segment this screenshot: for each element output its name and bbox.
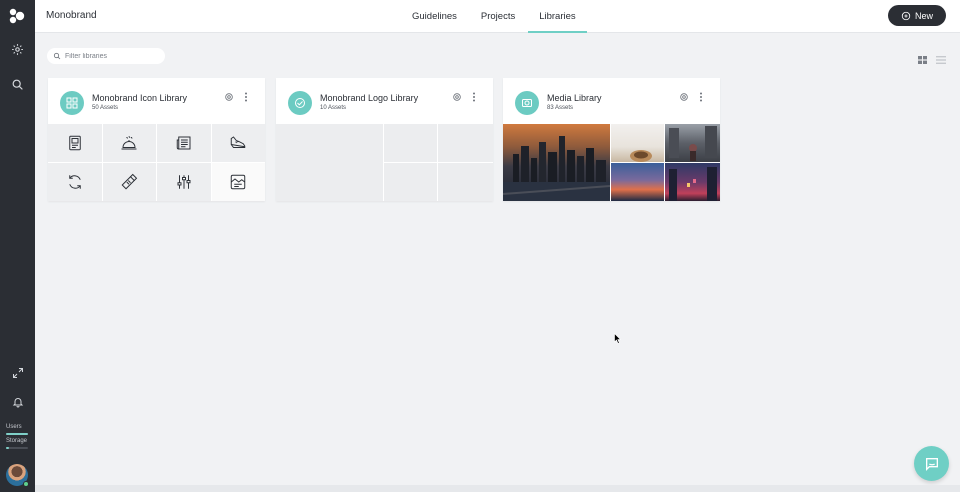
users-label: Users	[6, 424, 22, 430]
new-button[interactable]: New	[888, 5, 946, 26]
library-title: Monobrand Logo Library	[320, 93, 419, 103]
sliders-icon[interactable]	[157, 163, 211, 201]
library-title: Monobrand Icon Library	[92, 93, 188, 103]
usb-drive-icon[interactable]	[102, 163, 156, 201]
gear-icon[interactable]	[224, 92, 234, 102]
night-city-photo[interactable]	[665, 163, 720, 201]
logo-preview-tile[interactable]	[438, 163, 493, 201]
top-bar: Monobrand Guidelines Projects Libraries …	[35, 0, 960, 33]
storage-label: Storage	[6, 438, 28, 444]
tab-libraries[interactable]: Libraries	[528, 0, 588, 33]
sneaker-icon[interactable]	[211, 124, 265, 162]
refresh-icon[interactable]	[48, 163, 102, 201]
card-header: Media Library 83 Assets	[503, 78, 720, 124]
coffee-cup-photo[interactable]	[611, 124, 664, 162]
icon-library-icon	[60, 91, 84, 115]
search-icon	[53, 52, 61, 60]
newspaper-icon[interactable]	[157, 124, 211, 162]
image-card-icon[interactable]	[211, 163, 265, 201]
logo-preview-tile[interactable]	[384, 124, 437, 162]
gear-icon[interactable]	[679, 92, 689, 102]
asset-count: 10 Assets	[320, 105, 347, 111]
sidebar: Users Storage	[0, 0, 35, 492]
filter-libraries-input[interactable]	[65, 52, 155, 60]
more-vertical-icon[interactable]	[699, 92, 703, 102]
library-card-media-library[interactable]: Media Library 83 Assets	[502, 78, 720, 201]
asset-count: 50 Assets	[92, 105, 119, 111]
brand-name[interactable]: Monobrand	[46, 10, 97, 21]
new-button-label: New	[914, 10, 933, 21]
logo-preview-tile[interactable]	[438, 124, 493, 162]
sunset-photo[interactable]	[611, 163, 664, 201]
library-card-logo-library[interactable]: Monobrand Logo Library 10 Assets	[276, 78, 493, 201]
gear-icon[interactable]	[452, 92, 462, 102]
online-status-dot	[23, 481, 29, 487]
logo-preview-tile[interactable]	[276, 124, 383, 201]
search-icon[interactable]	[8, 75, 27, 94]
logo-preview-grid	[276, 124, 493, 201]
mouse-cursor-icon	[614, 333, 621, 344]
logo-library-icon	[288, 91, 312, 115]
plus-circle-icon	[901, 11, 911, 20]
bell-icon[interactable]	[8, 392, 27, 411]
expand-icon[interactable]	[8, 363, 27, 382]
tab-guidelines[interactable]: Guidelines	[401, 0, 468, 33]
tab-projects[interactable]: Projects	[470, 0, 526, 33]
icon-preview-grid	[48, 124, 265, 201]
chat-bubble-icon	[925, 457, 938, 471]
library-card-icon-library[interactable]: Monobrand Icon Library 50 Assets	[48, 78, 265, 201]
logo-preview-tile[interactable]	[384, 163, 437, 201]
users-meter	[6, 433, 28, 435]
settings-icon[interactable]	[8, 40, 27, 59]
filter-box[interactable]	[47, 48, 165, 64]
more-vertical-icon[interactable]	[244, 92, 248, 102]
storage-meter	[6, 447, 28, 449]
media-library-icon	[515, 91, 539, 115]
city-skyline-photo[interactable]	[502, 124, 611, 201]
street-photo[interactable]	[665, 124, 720, 162]
list-view-icon[interactable]	[936, 51, 946, 64]
media-preview-grid	[502, 124, 720, 201]
bottom-strip	[35, 485, 960, 492]
card-header: Monobrand Icon Library 50 Assets	[48, 78, 265, 124]
service-bell-icon[interactable]	[102, 124, 156, 162]
asset-count: 83 Assets	[547, 105, 574, 111]
chat-button[interactable]	[914, 446, 949, 481]
printer-icon[interactable]	[48, 124, 102, 162]
more-vertical-icon[interactable]	[472, 92, 476, 102]
card-header: Monobrand Logo Library 10 Assets	[276, 78, 493, 124]
library-title: Media Library	[547, 93, 602, 103]
logo-icon[interactable]	[8, 8, 26, 24]
main-nav: Guidelines Projects Libraries	[401, 0, 589, 33]
grid-view-icon[interactable]	[918, 51, 927, 64]
